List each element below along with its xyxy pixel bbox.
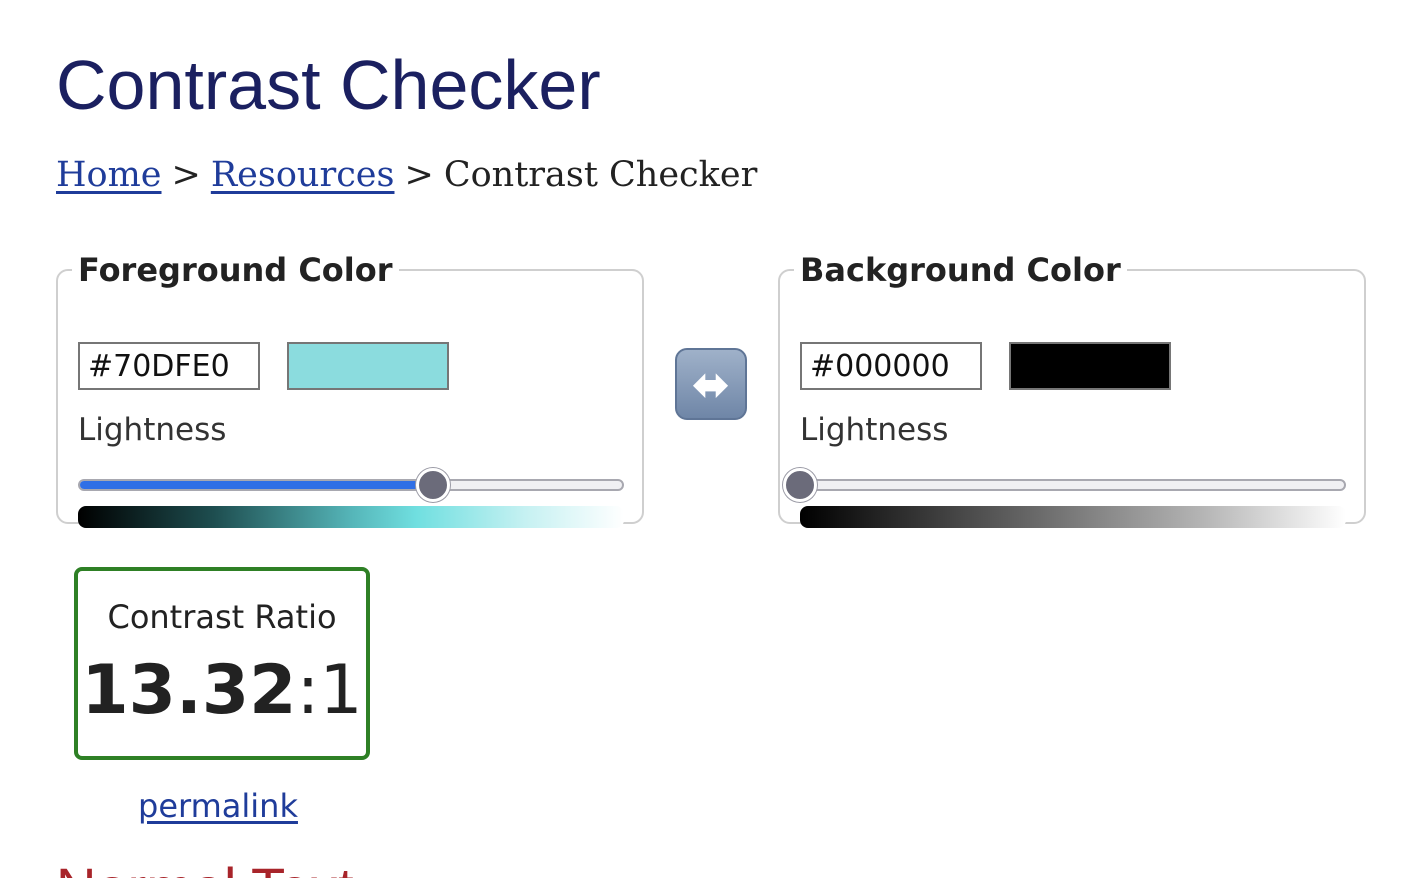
foreground-color-legend: Foreground Color <box>78 251 393 289</box>
background-hex-input[interactable] <box>800 342 982 390</box>
foreground-lightness-slider-thumb[interactable] <box>415 468 450 502</box>
background-lightness-slider-track[interactable] <box>800 479 1346 491</box>
breadcrumb-resources-link[interactable]: Resources <box>211 155 395 195</box>
foreground-hex-input[interactable] <box>78 342 260 390</box>
foreground-lightness-label: Lightness <box>78 412 227 448</box>
left-right-arrow-icon: ⬌ <box>691 357 731 411</box>
swap-colors-button[interactable]: ⬌ <box>675 348 747 420</box>
permalink-link[interactable]: permalink <box>138 786 298 826</box>
contrast-ratio-separator: : <box>296 651 320 730</box>
foreground-lightness-slider-track[interactable] <box>78 479 624 491</box>
contrast-ratio-box: Contrast Ratio 13.32:1 <box>74 567 370 760</box>
page-title: Contrast Checker <box>56 46 601 124</box>
normal-text-heading: Normal Text <box>56 856 354 878</box>
breadcrumb-separator: > <box>404 155 434 195</box>
contrast-ratio-value: 13.32:1 <box>78 651 366 731</box>
background-lightness-label: Lightness <box>800 412 949 448</box>
contrast-ratio-number: 13.32 <box>81 651 297 730</box>
breadcrumb-home-link[interactable]: Home <box>56 155 162 195</box>
background-color-legend: Background Color <box>800 251 1121 289</box>
foreground-lightness-gradient <box>78 506 624 528</box>
background-color-swatch[interactable] <box>1009 342 1171 390</box>
background-lightness-slider-thumb[interactable] <box>783 468 817 502</box>
background-color-panel: Background Color Lightness <box>778 248 1366 528</box>
foreground-color-swatch[interactable] <box>287 342 449 390</box>
contrast-ratio-label: Contrast Ratio <box>107 598 337 636</box>
breadcrumb-current: Contrast Checker <box>443 155 758 195</box>
breadcrumb-separator: > <box>171 155 201 195</box>
breadcrumb: Home > Resources > Contrast Checker <box>56 152 757 198</box>
foreground-color-panel: Foreground Color Lightness <box>56 248 644 528</box>
background-lightness-gradient <box>800 506 1346 528</box>
contrast-ratio-suffix: 1 <box>319 651 363 730</box>
foreground-lightness-slider-fill <box>80 481 433 489</box>
